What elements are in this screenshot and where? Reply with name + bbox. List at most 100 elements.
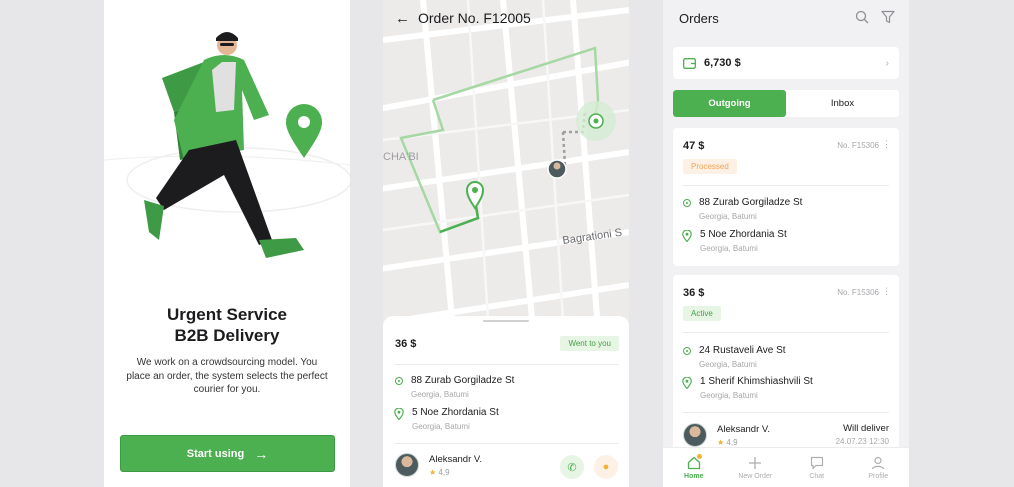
price-row: 36 $ Went to you [395,336,619,351]
pickup-city: Georgia, Batumi [411,390,469,399]
dropoff-city: Georgia, Batumi [412,422,470,431]
tab-profile-label: Profile [868,472,889,480]
tab-new-order[interactable]: New Order [725,448,787,487]
courier-rating: ★ 4,9 [429,468,482,477]
chat-icon [810,456,823,469]
onboarding-description: We work on a crowdsourcing model. You pl… [126,357,328,395]
order-price: 36 $ [395,337,417,350]
pickup-dot-icon [683,199,691,207]
pickup-city: Georgia, Batumi [699,212,757,221]
rating-value: 4,9 [726,437,738,447]
pickup-street: 88 Zurab Gorgiladze St [411,375,515,386]
order-header: ← Order No. F12005 [383,0,629,36]
pickup-address: 88 Zurab Gorgiladze St Georgia, Batumi [395,374,514,399]
avatar [683,423,707,447]
search-icon[interactable] [855,10,869,24]
start-button-label: Start using [186,447,245,460]
more-icon[interactable]: ⋮ [882,286,891,297]
plus-icon [749,456,762,469]
route-map[interactable]: CHA'BI Bagrationi S [383,0,629,320]
dropoff-city: Georgia, Batumi [700,391,758,400]
order-number: No. F15306 [837,288,879,297]
dropoff-address: 5 Noe Zhordania St Georgia, Batumi [682,228,787,253]
pickup-street: 24 Rustaveli Ave St [699,345,786,356]
divider [395,443,619,444]
tab-home-label: Home [684,472,704,480]
courier-name: Aleksandr V. [717,423,770,435]
order-bottom-sheet: 36 $ Went to you 88 Zurab Gorgiladze St … [383,316,629,487]
pickup-address: 24 Rustaveli Ave St Georgia, Batumi [683,344,786,369]
pickup-address: 88 Zurab Gorgiladze St Georgia, Batumi [683,196,802,221]
pickup-dot-icon [683,347,691,355]
divider [683,412,889,413]
dropoff-street: 5 Noe Zhordania St [700,229,787,240]
dropoff-city: Georgia, Batumi [700,244,758,253]
courier-info: Aleksandr V. ★ 4,9 [683,423,770,447]
pin-icon [394,408,404,420]
pin-icon [682,377,692,389]
sheet-grabber[interactable] [483,320,529,322]
courier-name: Aleksandr V. [429,453,482,465]
dropoff-street: 1 Sherif Khimshiashvili St [700,376,813,387]
avatar [395,453,419,477]
tab-home[interactable]: Home [663,448,725,487]
pickup-dot-icon [395,377,403,385]
order-card[interactable]: 47 $ No. F15306 ⋮ Processed 88 Zurab Gor… [673,128,899,266]
phone-icon: ✆ [567,461,577,474]
balance-amount: 6,730 $ [704,57,741,69]
wallet-icon [683,57,696,69]
delivery-date: 24.07.23 12:30 [835,437,889,446]
back-arrow-icon[interactable]: ← [395,10,410,27]
courier-rating: ★ 4,9 [717,438,770,447]
divider [683,332,889,333]
delivery-label: Will deliver [843,423,889,434]
order-price: 47 $ [683,140,705,152]
filter-icon[interactable] [881,10,895,24]
title-line-2: B2B Delivery [174,326,280,345]
dropoff-address: 1 Sherif Khimshiashvili St Georgia, Batu… [682,375,813,400]
star-icon: ★ [429,467,437,477]
title-line-1: Urgent Service [167,305,287,324]
bottom-tab-bar: Home New Order Chat Profile [663,447,909,487]
map-label-left: CHA'BI [383,151,419,163]
dropoff-address: 5 Noe Zhordania St Georgia, Batumi [394,406,499,431]
order-title: Order No. F12005 [418,10,531,26]
status-badge: Went to you [560,336,619,351]
status-badge: Processed [683,159,737,174]
user-icon [872,456,885,469]
rating-value: 4,9 [438,467,450,477]
header-actions [855,10,895,24]
order-detail-screen: CHA'BI Bagrationi S ← Order No. F12005 3… [383,0,629,487]
order-price: 36 $ [683,287,705,299]
pin-icon [682,230,692,242]
chevron-right-icon: › [885,57,889,69]
star-icon: ★ [717,437,725,447]
onboarding-title: Urgent Service B2B Delivery [104,304,350,346]
courier-illustration [104,32,350,258]
tab-new-order-label: New Order [738,472,773,480]
order-card[interactable]: 36 $ No. F15306 ⋮ Active 24 Rustaveli Av… [673,275,899,465]
order-number: No. F15306 [837,141,879,150]
tab-chat-label: Chat [809,472,825,480]
page-title: Orders [679,11,719,26]
pickup-street: 88 Zurab Gorgiladze St [699,197,803,208]
notification-dot [697,454,702,459]
courier-info: Aleksandr V. ★ 4,9 [395,453,482,477]
tab-inbox[interactable]: Inbox [786,90,899,117]
balance-card[interactable]: 6,730 $ › [673,47,899,79]
tab-outgoing[interactable]: Outgoing [673,90,786,117]
chat-button[interactable]: ● [594,455,618,479]
onboarding-screen: Urgent Service B2B Delivery We work on a… [104,0,350,487]
start-using-button[interactable]: Start using → [120,435,335,472]
divider [683,185,889,186]
tab-chat[interactable]: Chat [786,448,848,487]
more-icon[interactable]: ⋮ [882,139,891,150]
divider [395,364,619,365]
chat-bubble-icon: ● [602,461,610,473]
dropoff-street: 5 Noe Zhordania St [412,407,499,418]
orders-screen: Orders 6,730 $ › Outgoing Inbox 47 $ No.… [663,0,909,487]
orders-tabs: Outgoing Inbox [673,90,899,117]
status-badge: Active [683,306,721,321]
tab-profile[interactable]: Profile [848,448,910,487]
call-button[interactable]: ✆ [560,455,584,479]
